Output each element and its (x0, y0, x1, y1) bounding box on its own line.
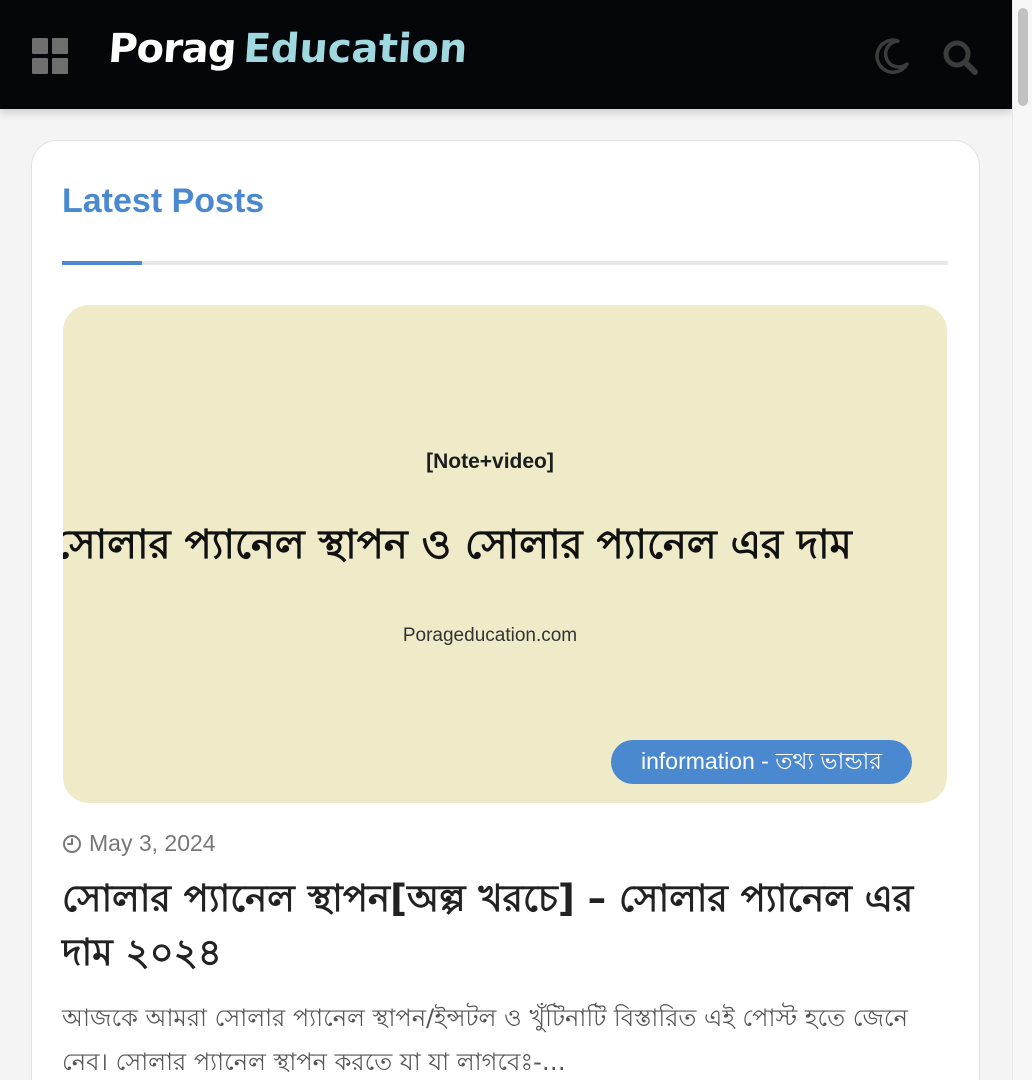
site-logo[interactable]: Porag Education (106, 26, 469, 82)
title-divider-accent (62, 261, 142, 265)
grid-cell (52, 38, 68, 54)
page: Porag Education Latest Posts [Note+video… (0, 0, 1032, 1080)
moon-icon[interactable] (872, 36, 912, 76)
post-date-text: May 3, 2024 (89, 830, 216, 856)
site-header: Porag Education (0, 0, 1012, 109)
post-date: May 3, 2024 (62, 830, 216, 857)
title-divider (62, 261, 948, 265)
image-site-text: Porageducation.com (402, 625, 578, 646)
logo-word-education: Education (241, 26, 470, 72)
image-note-text: [Note+video] (426, 450, 554, 473)
category-badge[interactable]: information - তথ্য ভান্ডার (611, 740, 912, 784)
post-title-link[interactable]: সোলার প্যানেল স্থাপন[অল্প খরচে] – সোলার … (62, 872, 942, 980)
post-excerpt: আজকে আমরা সোলার প্যানেল স্থাপন/ইন্সটল ও … (62, 1004, 908, 1076)
section-title: Latest Posts (62, 182, 265, 220)
search-icon[interactable] (940, 37, 980, 77)
grid-cell (32, 58, 48, 74)
scrollbar-thumb[interactable] (1018, 8, 1028, 106)
image-headline-text: সোলার প্যানেল স্থাপন ও সোলার প্যানেল এর … (63, 522, 852, 568)
scrollbar-track[interactable] (1012, 0, 1032, 1080)
grid-cell (32, 38, 48, 54)
grid-cell (52, 58, 68, 74)
grid-menu-icon[interactable] (32, 38, 68, 74)
logo-word-porag: Porag (106, 26, 238, 72)
post-featured-image[interactable]: [Note+video] সোলার প্যানেল স্থাপন ও সোলা… (63, 305, 947, 803)
clock-icon (63, 834, 81, 853)
